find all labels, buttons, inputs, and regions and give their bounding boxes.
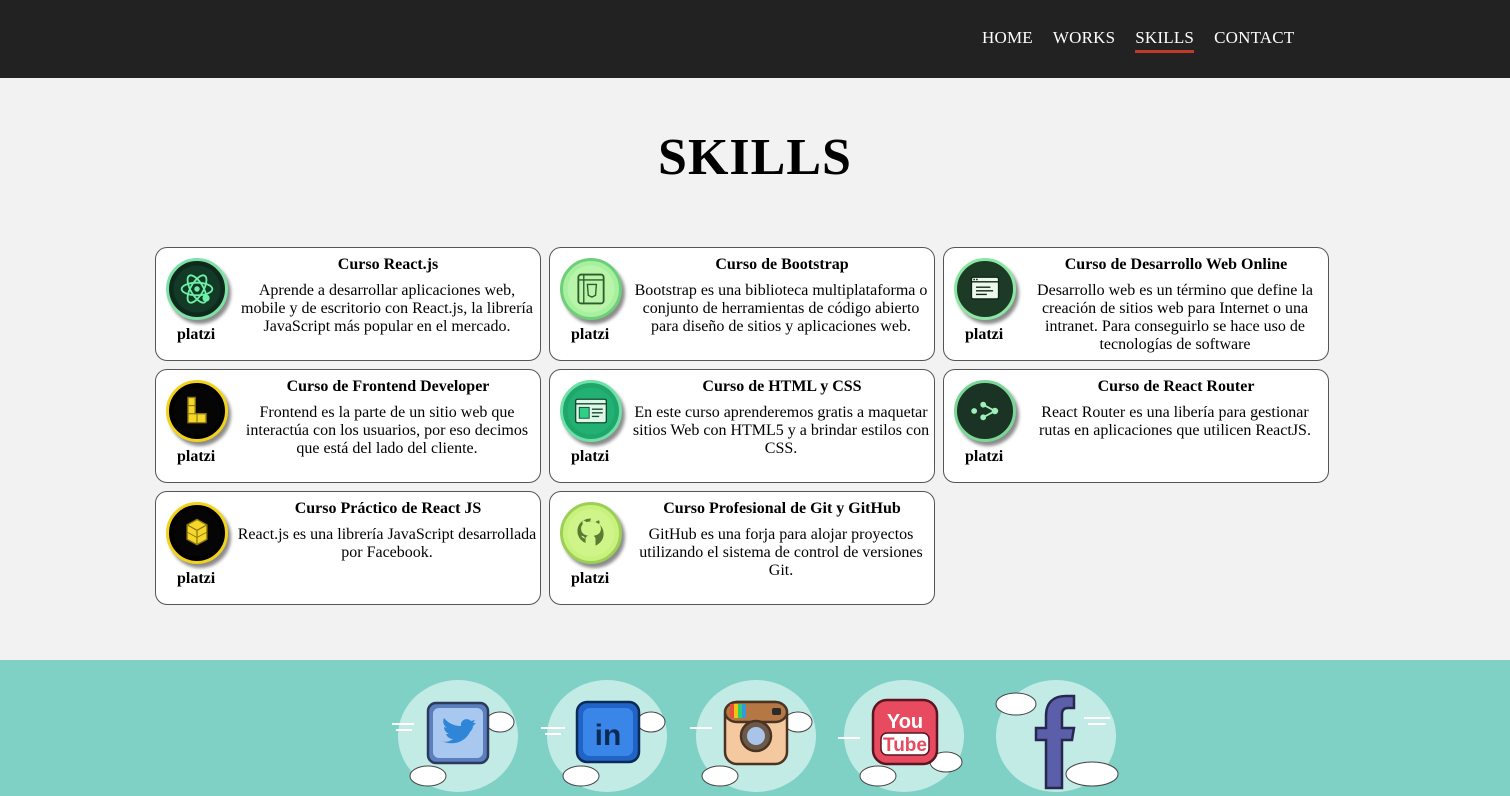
svg-text:in: in: [595, 719, 622, 752]
brand-label: platzi: [177, 570, 216, 587]
top-navbar: HOME WORKS SKILLS CONTACT: [0, 0, 1510, 78]
youtube-text-top: You: [887, 711, 923, 733]
course-title: Curso de Desarrollo Web Online: [1064, 256, 1288, 273]
react-atom-icon: [166, 258, 228, 320]
course-title: Curso React.js: [337, 256, 439, 273]
frontend-blocks-icon: [166, 380, 228, 442]
brand-label: platzi: [571, 326, 610, 343]
social-footer: in You Tube: [0, 660, 1510, 796]
youtube-text-bottom: Tube: [883, 735, 927, 756]
course-card-react-router[interactable]: platzi Curso de React Router React Route…: [943, 369, 1329, 483]
course-card-react-practice[interactable]: platzi Curso Práctico de React JS React.…: [155, 491, 541, 605]
browser-window-icon: [954, 258, 1016, 320]
course-card-frontend[interactable]: platzi Curso de Frontend Developer Front…: [155, 369, 541, 483]
instagram-icon: [690, 680, 816, 792]
course-card-bootstrap[interactable]: platzi Curso de Bootstrap Bootstrap es u…: [549, 247, 935, 361]
twitter-link[interactable]: [392, 678, 522, 796]
course-title: Curso Profesional de Git y GitHub: [663, 500, 901, 517]
nav-link-contact[interactable]: CONTACT: [1214, 28, 1294, 53]
nav-link-works[interactable]: WORKS: [1053, 28, 1115, 53]
twitter-icon: [392, 680, 518, 792]
course-description: En este curso aprenderemos gratis a maqu…: [632, 404, 930, 457]
youtube-icon: You Tube: [838, 680, 964, 792]
facebook-link[interactable]: [992, 678, 1122, 796]
html-css-icon: [560, 380, 622, 442]
course-card-web-dev[interactable]: platzi Curso de Desarrollo Web Online De…: [943, 247, 1329, 361]
page-title: SKILLS: [658, 129, 852, 186]
course-description: React.js es una librería JavaScript desa…: [237, 526, 537, 561]
course-description: Bootstrap es una biblioteca multiplatafo…: [634, 282, 928, 335]
nav-link-home[interactable]: HOME: [982, 28, 1033, 53]
course-card-html-css[interactable]: platzi Curso de HTML y CSS En este curso…: [549, 369, 935, 483]
bootstrap-icon: [560, 258, 622, 320]
brand-label: platzi: [965, 448, 1004, 465]
youtube-link[interactable]: You Tube: [838, 678, 968, 796]
brand-label: platzi: [177, 326, 216, 343]
course-title: Curso de HTML y CSS: [702, 378, 862, 395]
course-title: Curso de Bootstrap: [715, 256, 849, 273]
linkedin-link[interactable]: in: [541, 678, 671, 796]
course-description: GitHub es una forja para alojar proyecto…: [639, 526, 923, 579]
course-title: Curso de React Router: [1097, 378, 1255, 395]
nav-link-skills[interactable]: SKILLS: [1135, 28, 1195, 53]
course-description: Desarrollo web es un término que define …: [1037, 282, 1313, 353]
cube-blocks-icon: [166, 502, 228, 564]
instagram-link[interactable]: [690, 678, 820, 796]
course-title: Curso Práctico de React JS: [294, 500, 482, 517]
brand-label: platzi: [571, 570, 610, 587]
linkedin-icon: in: [541, 680, 667, 792]
brand-label: platzi: [177, 448, 216, 465]
github-icon: [560, 502, 622, 564]
course-description: Aprende a desarrollar aplicaciones web, …: [241, 282, 533, 335]
facebook-icon: [995, 680, 1119, 792]
brand-label: platzi: [965, 326, 1004, 343]
brand-label: platzi: [571, 448, 610, 465]
react-router-icon: [954, 380, 1016, 442]
course-description: React Router es una libería para gestion…: [1039, 404, 1311, 439]
course-title: Curso de Frontend Developer: [286, 378, 490, 395]
main-nav: HOME WORKS SKILLS CONTACT: [982, 28, 1314, 53]
course-description: Frontend es la parte de un sitio web que…: [245, 404, 529, 457]
course-card-git-github[interactable]: platzi Curso Profesional de Git y GitHub…: [549, 491, 935, 605]
course-card-react[interactable]: platzi Curso React.js Aprende a desarrol…: [155, 247, 541, 361]
